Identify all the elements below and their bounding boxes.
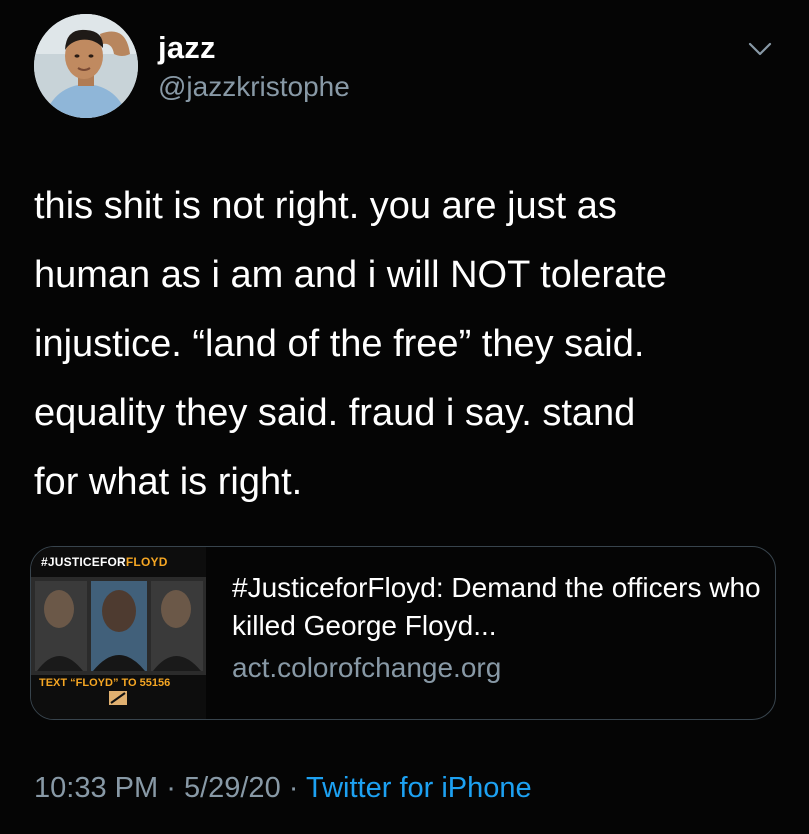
- tweet-source-link[interactable]: Twitter for iPhone: [306, 772, 532, 804]
- card-domain[interactable]: act.colorofchange.org: [232, 649, 775, 687]
- tweet-text: this shit is not right. you are just as …: [34, 185, 667, 503]
- tweet-date[interactable]: 5/29/20: [184, 772, 281, 804]
- meta-separator: ·: [288, 772, 299, 804]
- tweet-metadata: 10:33 PM · 5/29/20 · Twitter for iPhone: [34, 772, 532, 805]
- card-body: #JusticeforFloyd: Demand the officers wh…: [206, 547, 775, 719]
- author-display-name[interactable]: jazz: [158, 30, 216, 66]
- link-card[interactable]: #JUSTICEFORFLOYD TEXT “FLOYD” TO 55156 #…: [30, 546, 776, 720]
- avatar[interactable]: [34, 14, 138, 118]
- card-image-caption: TEXT “FLOYD” TO 55156: [39, 677, 171, 689]
- card-image-hashtag: #JUSTICEFORFLOYD: [41, 555, 168, 569]
- meta-separator: ·: [166, 772, 176, 804]
- tweet-container: jazz @jazzkristophe this shit is not rig…: [0, 0, 809, 834]
- author-handle[interactable]: @jazzkristophe: [158, 71, 350, 103]
- chevron-down-icon[interactable]: [747, 36, 773, 62]
- tweet-time[interactable]: 10:33 PM: [34, 772, 158, 804]
- card-title[interactable]: #JusticeforFloyd: Demand the officers wh…: [232, 569, 775, 645]
- card-thumbnail: #JUSTICEFORFLOYD TEXT “FLOYD” TO 55156: [31, 547, 206, 719]
